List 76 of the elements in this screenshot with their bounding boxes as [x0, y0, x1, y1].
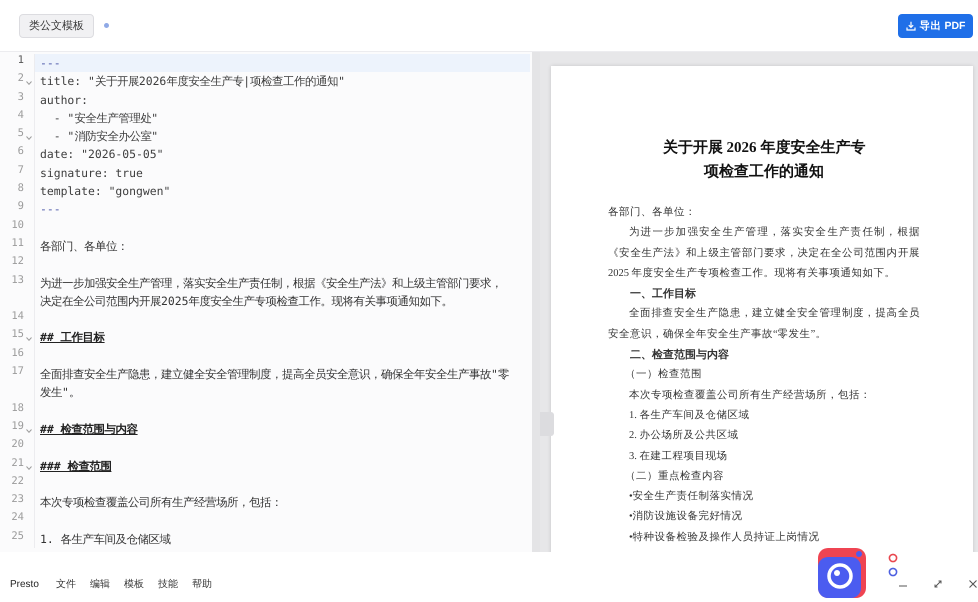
line-number: 10: [10, 218, 24, 231]
yaml-line: template: "gongwen": [40, 183, 170, 200]
line-number: 6: [16, 145, 24, 158]
heading-line: ## 工作目标: [40, 329, 105, 346]
menu-item[interactable]: 文件: [56, 577, 76, 591]
frontmatter-delimiter: ---: [40, 201, 61, 218]
line-number: 1: [16, 54, 24, 66]
fold-icon[interactable]: [26, 337, 32, 342]
bullet-item-text: •消防设施设备完好情况: [628, 509, 744, 524]
yaml-line: - "消防安全办公室": [52, 128, 158, 146]
frontmatter-delimiter: ---: [40, 55, 61, 72]
line-number: 25: [10, 530, 24, 542]
text-line: 本次专项检查覆盖公司所有生产经营场所，包括：: [40, 494, 282, 512]
code-editor[interactable]: [0, 52, 532, 552]
fold-icon[interactable]: [26, 136, 32, 140]
line-number: 17: [10, 365, 24, 378]
line-number: 4: [16, 108, 24, 121]
text-line: 全面排查安全生产隐患，建立健全安全管理制度，提高全员安全意识，确保全年安全生产事故"零发生"。: [40, 366, 510, 402]
section-heading: 一、工作目标: [629, 286, 697, 302]
fold-icon[interactable]: [26, 428, 32, 433]
yaml-line: author:: [40, 92, 88, 109]
menu-item[interactable]: 技能: [158, 577, 178, 591]
line-number: 21: [10, 456, 24, 469]
line-number: 24: [10, 511, 24, 524]
export-pdf-button[interactable]: 导出 PDF: [898, 14, 973, 38]
heading-line: ### 检查范围: [40, 458, 112, 475]
line-number: 15: [10, 328, 24, 340]
line-number: 7: [16, 164, 24, 176]
bullet-item-text: •特种设备检验及操作人员持证上岗情况: [628, 530, 821, 545]
list-item-text: 2. 办公场所及公共区域: [628, 428, 740, 444]
menu-item[interactable]: 帮助: [192, 577, 212, 591]
template-tag-button[interactable]: 类公文模板: [19, 14, 94, 38]
list-item-text: 1. 各生产车间及仓储区域: [628, 408, 750, 423]
line-number: 2: [16, 72, 24, 84]
line-number: 8: [16, 182, 24, 194]
subsection-heading: （二）重点检查内容: [624, 469, 725, 484]
fold-icon[interactable]: [26, 81, 32, 86]
yaml-line: title: "关于开展2026年度安全生产专|项检查工作的通知": [40, 73, 346, 90]
app-menu[interactable]: Presto: [10, 578, 39, 590]
salutation-text: 各部门、各单位：: [608, 205, 697, 220]
camera-app-icon[interactable]: [818, 548, 866, 598]
line-number: 20: [10, 438, 24, 450]
resize-handle[interactable]: [540, 412, 554, 436]
line-number: 12: [10, 255, 24, 268]
menu-item[interactable]: 模板: [124, 577, 144, 591]
bullet-item-text: •安全生产责任制落实情况: [628, 489, 755, 504]
document-title: 关于开展 2026 年度安全生产专 项检查工作的通知: [662, 138, 866, 182]
maximize-icon[interactable]: [933, 579, 943, 589]
text-line: 各部门、各单位：: [40, 238, 128, 255]
yaml-line: signature: true: [40, 164, 143, 182]
subsection-heading: （一）检查范围: [624, 367, 703, 382]
close-icon[interactable]: [968, 579, 978, 589]
line-number: 19: [10, 420, 24, 432]
line-number: 14: [10, 310, 24, 322]
line-number: 23: [10, 493, 24, 506]
menu-item[interactable]: 编辑: [90, 577, 110, 591]
line-number: 5: [16, 127, 24, 140]
line-number: 22: [10, 474, 24, 487]
paragraph-text: 全面排查安全生产隐患，建立健全安全管理制度，提高全员安全意识，确保全年安全生产事故“零发生”。: [608, 306, 920, 342]
paragraph-text: 为进一步加强安全生产管理，落实安全生产责任制，根据《安全生产法》和上级主管部门要求，决定在全公司范围内开展 2025 年度安全生产专项检查工作。现将有关事项通知如下。: [608, 225, 920, 281]
line-number: 9: [16, 200, 24, 212]
paragraph-text: 本次专项检查覆盖公司所有生产经营场所，包括：: [628, 388, 872, 403]
yaml-line: date: "2026-05-05": [40, 146, 164, 164]
heading-line: ## 检查范围与内容: [40, 420, 138, 438]
download-icon: [906, 20, 916, 30]
line-number: 13: [10, 274, 24, 286]
yaml-line: - "安全生产管理处": [52, 110, 158, 127]
line-number: 3: [16, 90, 24, 103]
section-heading: 二、检查范围与内容: [629, 348, 730, 364]
text-line: 1. 各生产车间及仓储区域: [40, 530, 171, 548]
text-line: 为进一步加强安全生产管理，落实安全生产责任制，根据《安全生产法》和上级主管部门要求，决定在全公司范围内开展2025年度安全生产专项检查工作。现将有关事项通知如下。: [40, 274, 503, 310]
list-item-text: 3. 在建工程项目现场: [628, 449, 728, 464]
line-number: 16: [10, 346, 24, 359]
fold-icon[interactable]: [26, 466, 32, 470]
line-number: 11: [10, 236, 24, 249]
line-number: 18: [10, 402, 24, 414]
